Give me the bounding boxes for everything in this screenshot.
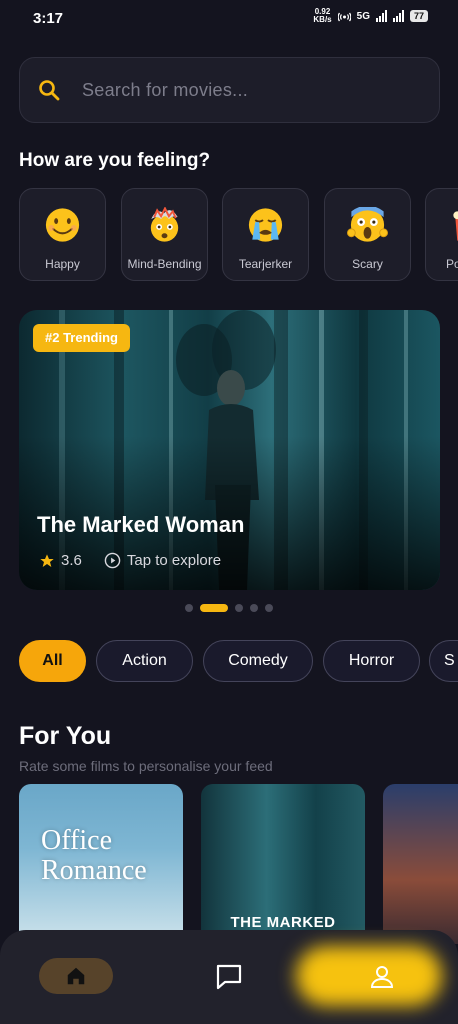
genre-filter-list: All Action Comedy Horror S xyxy=(19,640,458,684)
genre-chip-horror[interactable]: Horror xyxy=(323,640,420,682)
movie-poster-third[interactable] xyxy=(383,784,458,944)
search-placeholder: Search for movies... xyxy=(82,80,249,100)
status-icons: 0.92 KB/s 5G 77 xyxy=(313,8,428,24)
mood-card-tearjerker[interactable]: Tearjerker xyxy=(222,188,309,281)
mood-label: Mind-Bending xyxy=(127,257,202,271)
carousel-dot-active[interactable] xyxy=(200,604,228,612)
profile-icon[interactable] xyxy=(369,964,395,990)
network-speed: 0.92 KB/s xyxy=(313,7,332,24)
for-you-title: For You xyxy=(19,722,112,750)
bottom-navigation xyxy=(0,930,458,1024)
chat-icon[interactable] xyxy=(214,963,244,991)
hero-rating: 3.6 xyxy=(61,552,82,569)
genre-chip-all[interactable]: All xyxy=(19,640,86,682)
screaming-face-icon xyxy=(346,207,389,242)
mood-section-title: How are you feeling? xyxy=(19,150,211,171)
signal-icon xyxy=(375,10,387,22)
status-bar: 3:17 0.92 KB/s 5G 77 xyxy=(0,0,458,36)
mood-card-po[interactable]: Po xyxy=(425,188,458,281)
smiling-face-icon xyxy=(45,208,80,242)
search-input[interactable]: Search for movies... xyxy=(19,57,440,123)
carousel-dot[interactable] xyxy=(250,604,258,612)
mood-label: Scary xyxy=(352,257,383,271)
hero-title: The Marked Woman xyxy=(37,512,245,537)
hero-cta: Tap to explore xyxy=(126,552,222,569)
battery-icon: 77 xyxy=(409,10,428,22)
play-circle-icon xyxy=(104,552,121,569)
popcorn-icon xyxy=(453,211,458,241)
carousel-dot[interactable] xyxy=(265,604,273,612)
hero-gradient xyxy=(19,310,440,590)
hotspot-icon xyxy=(337,12,351,22)
hero-meta: 3.6 Tap to explore xyxy=(39,552,221,569)
nav-home-button[interactable] xyxy=(39,958,113,994)
mood-card-mind-bending[interactable]: Mind-Bending xyxy=(121,188,208,281)
mood-card-scary[interactable]: Scary xyxy=(324,188,411,281)
carousel-dot[interactable] xyxy=(185,604,193,612)
genre-chip-s[interactable]: S xyxy=(429,640,458,682)
status-time: 3:17 xyxy=(33,10,64,27)
trending-hero-card[interactable]: #2 Trending The Marked Woman 3.6 Tap to … xyxy=(19,310,440,590)
crying-face-icon xyxy=(248,208,283,242)
genre-chip-action[interactable]: Action xyxy=(96,640,193,682)
exploding-head-icon xyxy=(150,207,179,242)
signal-icon-2 xyxy=(392,10,404,22)
star-icon xyxy=(40,553,54,567)
movie-poster-office-romance[interactable]: Office Romance xyxy=(19,784,183,944)
carousel-dot[interactable] xyxy=(235,604,243,612)
movie-poster-marked-woman[interactable]: THE MARKED WOMAN xyxy=(201,784,365,944)
for-you-subtitle: Rate some films to personalise your feed xyxy=(19,758,273,774)
for-you-list: Office Romance THE MARKED WOMAN xyxy=(19,784,458,944)
carousel-indicator xyxy=(185,604,273,612)
genre-chip-comedy[interactable]: Comedy xyxy=(203,640,313,682)
mood-card-happy[interactable]: Happy xyxy=(19,188,106,281)
mood-label: Tearjerker xyxy=(238,257,293,271)
home-icon xyxy=(67,967,85,985)
mood-label: Po xyxy=(446,257,458,271)
poster-title: Office Romance xyxy=(41,825,147,886)
network-type: 5G xyxy=(356,10,370,22)
search-icon xyxy=(39,80,60,101)
mood-list: Happy Mind-Bending Tearjerker Scary Po xyxy=(19,188,458,282)
trending-badge: #2 Trending xyxy=(33,324,130,352)
mood-label: Happy xyxy=(45,257,80,271)
